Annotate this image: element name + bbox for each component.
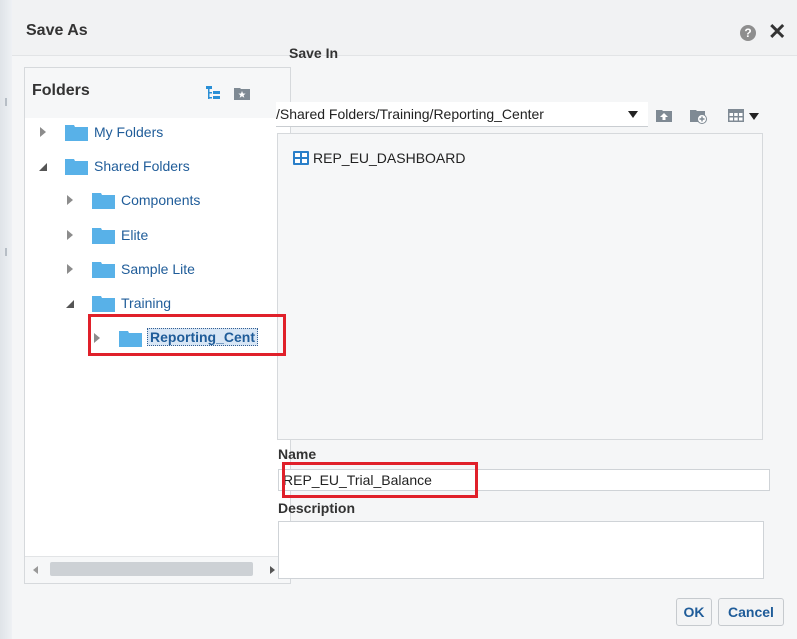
tree-node-shared-folders[interactable]: Shared Folders	[25, 155, 287, 177]
name-input[interactable]	[278, 469, 770, 491]
folders-panel: Folders My Folders Shared Folders Compon…	[24, 67, 291, 584]
folder-icon	[65, 159, 88, 175]
tree-label: Sample Lite	[121, 261, 195, 277]
close-icon[interactable]: ✕	[768, 20, 786, 44]
tree-label-selected: Reporting_Cent	[147, 328, 258, 346]
scrollbar-thumb[interactable]	[50, 562, 253, 576]
tree-node-training[interactable]: Training	[25, 292, 287, 314]
create-folder-icon[interactable]	[690, 108, 708, 124]
dropdown-caret-icon[interactable]	[628, 111, 638, 118]
tree-label: My Folders	[94, 124, 164, 140]
cancel-button[interactable]: Cancel	[718, 598, 784, 626]
tree-view-icon[interactable]	[205, 85, 221, 101]
folder-icon	[65, 125, 88, 141]
view-options-icon[interactable]	[728, 109, 744, 122]
file-name: REP_EU_DASHBOARD	[313, 150, 466, 166]
folders-title: Folders	[32, 82, 90, 99]
gutter-grip	[5, 98, 7, 106]
save-in-path-select[interactable]: /Shared Folders/Training/Reporting_Cente…	[276, 102, 648, 127]
folders-horizontal-scrollbar[interactable]	[25, 556, 290, 583]
view-options-caret-icon[interactable]	[749, 113, 759, 120]
tree-label: Elite	[121, 227, 149, 243]
help-icon[interactable]: ?	[740, 25, 756, 41]
description-input[interactable]	[278, 521, 764, 579]
new-folder-icon[interactable]	[234, 86, 250, 100]
tree-label: Components	[121, 192, 201, 208]
dashboard-icon	[293, 151, 309, 165]
tree-label: Training	[121, 295, 172, 311]
folder-icon	[92, 228, 115, 244]
expand-arrow-icon[interactable]	[38, 126, 48, 138]
gutter-grip	[5, 248, 7, 256]
scroll-left-arrow-icon[interactable]	[33, 566, 38, 574]
tree-node-reporting-center[interactable]: Reporting_Cent	[25, 327, 287, 349]
tree-node-elite[interactable]: Elite	[25, 224, 287, 246]
up-folder-icon[interactable]	[656, 108, 672, 122]
name-label: Name	[278, 446, 317, 462]
folder-icon	[92, 296, 115, 312]
expand-arrow-icon[interactable]	[65, 194, 75, 206]
tree-label: Shared Folders	[94, 158, 190, 174]
dialog-title: Save As	[26, 22, 88, 39]
description-label: Description	[278, 500, 356, 516]
file-list: REP_EU_DASHBOARD	[277, 133, 763, 440]
save-in-path-value: /Shared Folders/Training/Reporting_Cente…	[276, 106, 544, 122]
ok-button[interactable]: OK	[676, 598, 712, 626]
save-in-label: Save In	[289, 45, 339, 61]
tree-node-components[interactable]: Components	[25, 189, 287, 211]
folder-icon	[92, 193, 115, 209]
expand-arrow-icon[interactable]	[65, 229, 75, 241]
expand-arrow-icon[interactable]	[65, 263, 75, 275]
dialog-titlebar: Save As ? ✕	[12, 0, 797, 56]
tree-node-sample-lite[interactable]: Sample Lite	[25, 258, 287, 280]
scroll-right-arrow-icon[interactable]	[270, 566, 275, 574]
tree-node-my-folders[interactable]: My Folders	[25, 121, 287, 143]
expand-arrow-icon[interactable]	[92, 332, 102, 344]
folders-header: Folders	[25, 68, 290, 118]
collapse-arrow-icon[interactable]	[38, 160, 48, 172]
folder-icon	[119, 331, 142, 347]
collapse-arrow-icon[interactable]	[65, 297, 75, 309]
folder-icon	[92, 262, 115, 278]
